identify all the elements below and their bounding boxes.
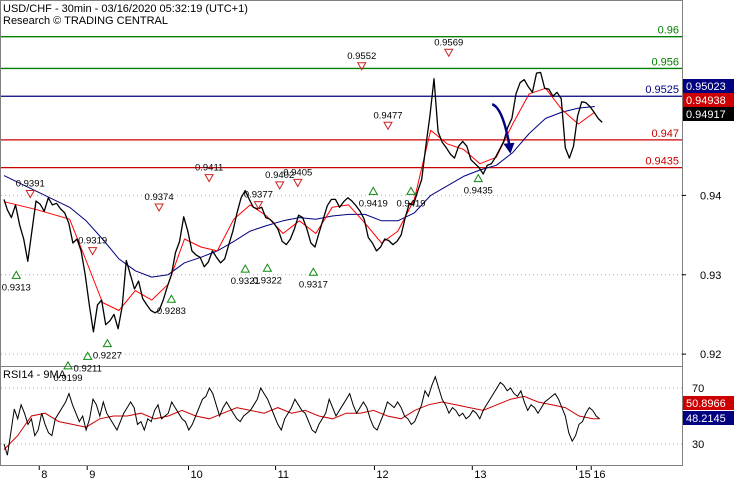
x-tick-label: 15 xyxy=(579,469,591,480)
pivot-label: 0.9405 xyxy=(283,167,312,178)
pivot-high-marker xyxy=(383,121,393,131)
pivot-markers: 0.93910.93130.93190.91990.92110.92270.93… xyxy=(2,37,493,384)
price-tag-label: 0.94938 xyxy=(686,95,726,107)
pivot-label: 0.9377 xyxy=(244,190,273,201)
x-axis: 8 9 10 11 12 13 15 16 xyxy=(38,466,605,480)
chart-source: Research © TRADING CENTRAL xyxy=(3,15,168,27)
price-series-line xyxy=(3,87,596,311)
chart-title: USD/CHF - 30min - 03/16/2020 05:32:19 (U… xyxy=(3,3,248,15)
rsi-tag-label: 48.2145 xyxy=(686,413,726,425)
rsi-panel-title: RSI14 - 9MA xyxy=(3,369,67,381)
pivot-low-marker xyxy=(166,294,177,303)
pivot-low-marker xyxy=(63,360,73,370)
price-tag-label: 0.94917 xyxy=(686,109,726,121)
rsi-series-line xyxy=(3,395,600,450)
pivot-label: 0.9419 xyxy=(396,198,425,209)
pivot-label: 0.9477 xyxy=(373,110,402,121)
chart-canvas: 0.960.9560.95250.9470.9435 0.93910.93130… xyxy=(0,0,735,480)
pivot-high-marker xyxy=(154,203,164,213)
x-tick-label: 16 xyxy=(593,469,605,480)
level-label: 0.96 xyxy=(658,25,679,37)
level-label: 0.9525 xyxy=(645,84,679,96)
level-label: 0.947 xyxy=(651,128,679,140)
pivot-low-marker xyxy=(82,351,93,360)
pivot-label: 0.9435 xyxy=(464,186,493,197)
x-tick-label: 9 xyxy=(89,469,95,480)
level-label: 0.9435 xyxy=(645,156,679,168)
x-tick-label: 11 xyxy=(278,469,289,480)
pivot-label: 0.9283 xyxy=(157,306,186,317)
pivot-label: 0.9391 xyxy=(16,179,45,190)
pivot-high-marker xyxy=(274,181,285,190)
pivot-high-marker xyxy=(292,178,303,188)
rsi-series xyxy=(3,375,600,456)
pivot-low-marker xyxy=(240,264,251,273)
pivot-low-marker xyxy=(406,186,416,195)
pivot-label: 0.9569 xyxy=(434,37,463,48)
level-label: 0.956 xyxy=(651,56,679,68)
pivot-low-marker xyxy=(262,263,273,272)
rsi-series-line xyxy=(3,375,600,456)
price-tag-label: 0.95023 xyxy=(686,81,726,93)
main-grid xyxy=(1,194,682,355)
rsi-y-tick-label: 70 xyxy=(692,383,704,395)
pivot-label: 0.9419 xyxy=(359,198,388,209)
pivot-label: 0.9411 xyxy=(195,163,223,174)
pivot-high-marker xyxy=(204,174,214,183)
pivot-label: 0.9211 xyxy=(74,363,102,374)
pivot-high-marker xyxy=(87,247,98,256)
main-panel-frame xyxy=(0,0,683,367)
pivot-label: 0.9322 xyxy=(253,275,282,286)
price-series-line xyxy=(3,71,603,333)
pivot-low-marker xyxy=(102,338,113,348)
price-series xyxy=(3,71,603,333)
pivot-low-marker xyxy=(368,186,379,195)
x-tick-label: 12 xyxy=(376,469,388,480)
pivot-low-marker xyxy=(473,173,484,183)
pivot-label: 0.9313 xyxy=(2,282,31,293)
main-y-tick-label: 0.94 xyxy=(700,190,721,202)
x-tick-label: 10 xyxy=(190,469,202,480)
pivot-high-marker xyxy=(25,190,36,199)
pivot-high-marker xyxy=(443,48,454,58)
pivot-low-marker xyxy=(308,267,319,276)
x-tick-label: 8 xyxy=(41,469,47,480)
support-resistance-levels: 0.96 0.956 0.9525 0.947 0.9435 xyxy=(1,25,682,169)
pivot-label: 0.9317 xyxy=(299,279,328,290)
main-y-tick-label: 0.92 xyxy=(700,349,721,361)
x-tick-label: 13 xyxy=(474,469,486,480)
pivot-label: 0.9227 xyxy=(93,351,122,362)
pivot-label: 0.9319 xyxy=(78,236,107,247)
rsi-y-tick-label: 30 xyxy=(692,439,704,451)
pivot-label: 0.9552 xyxy=(347,51,376,62)
rsi-tag-label: 50.8966 xyxy=(686,398,726,410)
main-y-tick-label: 0.93 xyxy=(700,270,721,282)
forecast-arrow xyxy=(491,102,515,154)
pivot-label: 0.9374 xyxy=(145,192,174,203)
